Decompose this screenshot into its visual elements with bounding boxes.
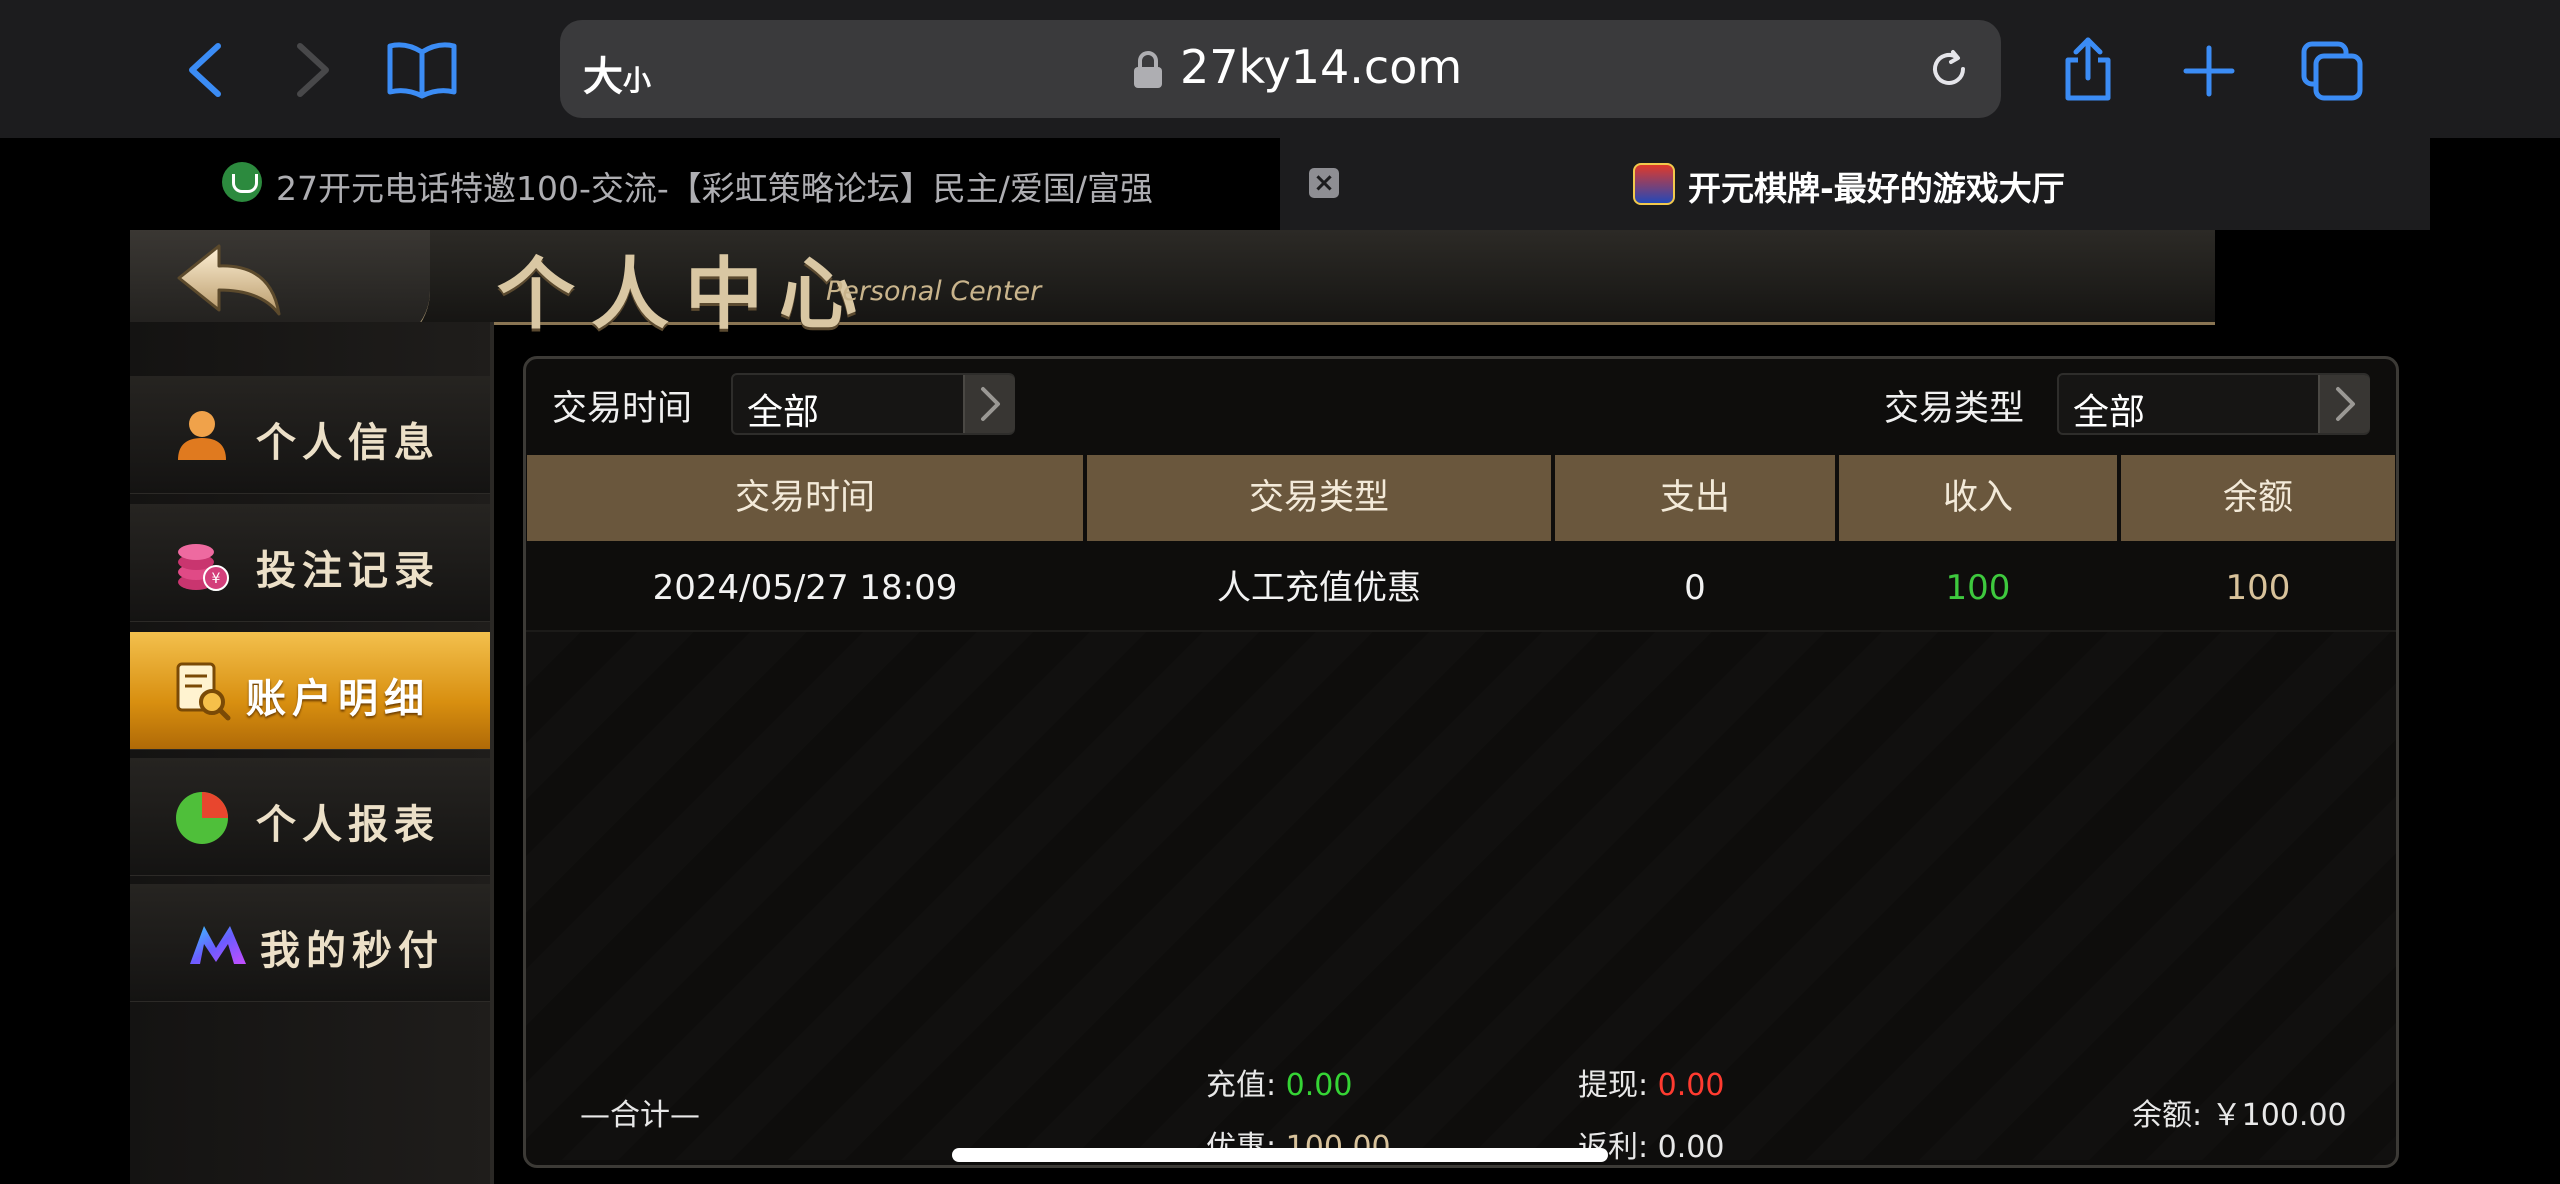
svg-text:¥: ¥ — [212, 571, 221, 587]
summary-withdraw: 提现: 0.00 — [1578, 1060, 1724, 1104]
summary-withdraw-label: 提现: — [1578, 1068, 1649, 1103]
game-favicon-icon — [1633, 163, 1675, 205]
text-size-small-label: 小 — [623, 64, 652, 97]
m-logo-icon — [188, 922, 250, 972]
column-header-expense: 支出 — [1555, 455, 1835, 541]
summary-balance-label: 余额: — [2132, 1098, 2203, 1133]
summary-total-label: —合计— — [580, 1098, 700, 1133]
row-divider — [526, 630, 2396, 632]
sidebar-item-instant-pay[interactable]: 我的秒付 — [130, 884, 490, 1002]
page-header — [130, 230, 2215, 325]
column-header-type: 交易类型 — [1087, 455, 1551, 541]
panel-background-pattern — [526, 630, 2396, 1160]
page-subtitle: Personal Center — [826, 276, 1042, 307]
summary-balance: 余额: ￥100.00 — [2132, 1090, 2347, 1134]
new-tab-plus-icon[interactable] — [2182, 44, 2236, 98]
share-icon[interactable] — [2060, 36, 2116, 102]
cell-time: 2024/05/27 18:09 — [652, 568, 958, 608]
sidebar-item-account-details[interactable]: 账户明细 — [130, 632, 490, 750]
sidebar-item-personal-info[interactable]: 个人信息 — [130, 376, 490, 494]
summary-recharge-value: 0.00 — [1285, 1068, 1353, 1103]
sidebar-item-label: 投注记录 — [256, 548, 440, 594]
column-header-time: 交易时间 — [527, 455, 1083, 541]
home-indicator[interactable] — [952, 1148, 1608, 1162]
cell-balance: 100 — [2225, 568, 2291, 608]
reload-icon[interactable] — [1926, 46, 1972, 96]
cell-expense: 0 — [1684, 568, 1706, 608]
tab-title-forum: 27开元电话特邀100-交流-【彩虹策略论坛】民主/爱国/富强 — [276, 169, 1154, 208]
tabs-overview-icon[interactable] — [2300, 40, 2364, 102]
summary-recharge: 充值: 0.00 — [1206, 1060, 1352, 1104]
column-header-balance: 余额 — [2121, 455, 2395, 541]
back-chevron-icon[interactable] — [182, 40, 230, 100]
sidebar-item-label: 账户明细 — [246, 676, 430, 722]
sidebar-item-label: 个人报表 — [256, 802, 440, 848]
forward-chevron-icon[interactable] — [288, 40, 336, 100]
tab-title-game: 开元棋牌-最好的游戏大厅 — [1688, 169, 2065, 208]
summary-withdraw-value: 0.00 — [1657, 1068, 1725, 1103]
sidebar-item-label: 个人信息 — [256, 420, 440, 466]
filter-time-label: 交易时间 — [552, 389, 693, 429]
sidebar-item-personal-report[interactable]: 个人报表 — [130, 758, 490, 876]
summary-recharge-label: 充值: — [1206, 1068, 1277, 1103]
page-title: 个人中心 — [497, 250, 874, 340]
filter-time-select[interactable]: 全部 — [731, 373, 1015, 435]
sidebar-item-bet-records[interactable]: ¥ 投注记录 — [130, 504, 490, 622]
text-size-button[interactable]: 大小 — [583, 44, 651, 102]
filter-type-value: 全部 — [2073, 392, 2146, 433]
column-header-income: 收入 — [1839, 455, 2117, 541]
tab-close-icon[interactable]: × — [1309, 168, 1339, 198]
chevron-right-icon[interactable] — [2318, 375, 2370, 433]
back-arrow-icon[interactable] — [175, 240, 285, 328]
text-size-large-label: 大 — [583, 54, 623, 100]
filter-type-select[interactable]: 全部 — [2057, 373, 2370, 435]
pie-chart-icon — [174, 790, 230, 850]
bookmarks-book-icon[interactable] — [384, 40, 460, 100]
cell-type: 人工充值优惠 — [1217, 568, 1421, 608]
lock-icon — [1131, 50, 1165, 94]
filter-time-value: 全部 — [747, 392, 820, 433]
url-text: 27ky14.com — [1180, 40, 1463, 94]
account-detail-icon — [174, 660, 232, 726]
sidebar-item-label: 我的秒付 — [260, 928, 444, 974]
cell-income: 100 — [1945, 568, 2011, 608]
forum-favicon-icon — [222, 162, 262, 202]
coin-stack-icon: ¥ — [174, 534, 232, 598]
summary-balance-value: ￥100.00 — [2211, 1098, 2347, 1133]
user-icon — [174, 406, 230, 466]
filter-type-label: 交易类型 — [1884, 389, 2025, 429]
chevron-right-icon[interactable] — [963, 375, 1015, 433]
summary-rebate-value: 0.00 — [1657, 1130, 1725, 1165]
